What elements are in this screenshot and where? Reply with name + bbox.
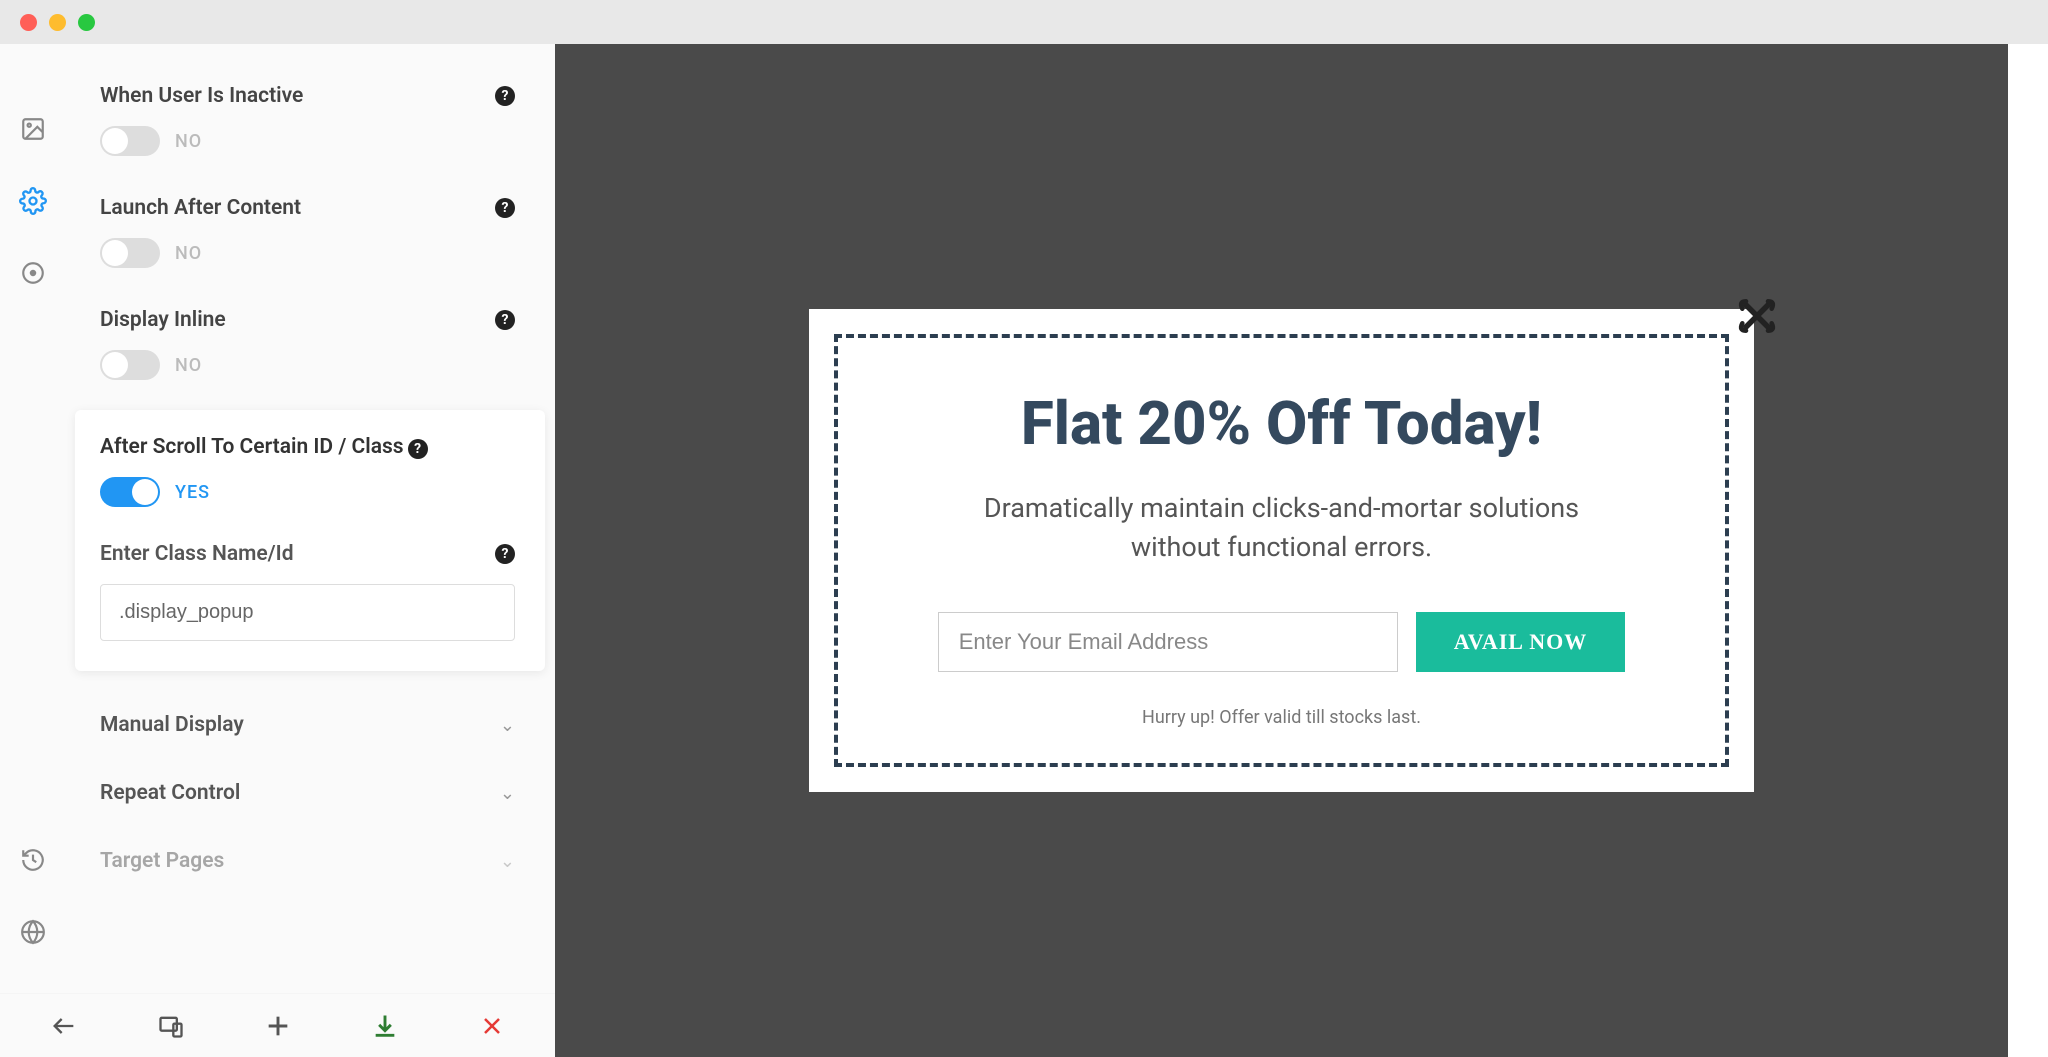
popup-footnote: Hurry up! Offer valid till stocks last. [878,707,1685,728]
option-after-content-label: Launch After Content [100,196,301,220]
option-scroll-id-label: After Scroll To Certain ID / Class [100,435,404,459]
close-window-button[interactable] [20,14,37,31]
option-display-inline-label: Display Inline [100,308,226,332]
help-icon[interactable]: ? [495,544,515,564]
option-after-content: Launch After Content ? NO [65,176,555,288]
toggle-scroll-id[interactable] [100,477,160,507]
toggle-after-content[interactable] [100,238,160,268]
add-button[interactable] [258,1006,298,1046]
collapse-target-label: Target Pages [100,849,224,873]
toggle-inactive-state: NO [175,131,202,152]
window-controls [20,14,95,31]
chevron-down-icon: ⌄ [500,851,515,872]
toggle-after-content-state: NO [175,243,202,264]
bottom-toolbar [0,993,555,1057]
popup-form: AVAIL NOW [878,612,1685,672]
save-button[interactable] [365,1006,405,1046]
help-icon[interactable]: ? [495,310,515,330]
rail-globe-icon[interactable] [18,917,48,947]
maximize-window-button[interactable] [78,14,95,31]
collapse-repeat-control[interactable]: Repeat Control ⌄ [65,759,555,827]
class-name-input[interactable] [100,584,515,641]
popup-title: Flat 20% Off Today! [878,388,1685,459]
help-icon[interactable]: ? [495,86,515,106]
app-window: When User Is Inactive ? NO Launch After … [0,0,2048,1057]
icon-rail [0,44,65,1057]
collapse-repeat-label: Repeat Control [100,781,240,805]
coupon-border: Flat 20% Off Today! Dramatically maintai… [834,334,1729,767]
collapse-target-pages[interactable]: Target Pages ⌄ [65,827,555,895]
back-button[interactable] [44,1006,84,1046]
toggle-display-inline-state: NO [175,355,202,376]
preview-canvas: Flat 20% Off Today! Dramatically maintai… [555,44,2008,1057]
collapse-manual-label: Manual Display [100,713,244,737]
responsive-button[interactable] [151,1006,191,1046]
minimize-window-button[interactable] [49,14,66,31]
toggle-inactive[interactable] [100,126,160,156]
toggle-display-inline[interactable] [100,350,160,380]
toggle-scroll-id-state: YES [175,482,210,503]
popup-close-button[interactable] [1735,294,1779,342]
chevron-down-icon: ⌄ [500,715,515,736]
help-icon[interactable]: ? [408,439,428,459]
option-inactive-label: When User Is Inactive [100,84,303,108]
class-name-field-label-row: Enter Class Name/Id ? [100,542,515,566]
rail-target-icon[interactable] [18,258,48,288]
titlebar [0,0,2048,44]
class-name-field-label: Enter Class Name/Id [100,542,294,566]
cancel-button[interactable] [472,1006,512,1046]
option-scroll-id-card: After Scroll To Certain ID / Class ? YES… [75,410,545,671]
rail-history-icon[interactable] [18,845,48,875]
right-gap [2008,44,2048,1057]
email-input[interactable] [938,612,1398,672]
main-area: When User Is Inactive ? NO Launch After … [0,44,2048,1057]
option-inactive: When User Is Inactive ? NO [65,64,555,176]
option-display-inline: Display Inline ? NO [65,288,555,400]
rail-settings-icon[interactable] [18,186,48,216]
collapse-manual-display[interactable]: Manual Display ⌄ [65,691,555,759]
help-icon[interactable]: ? [495,198,515,218]
popup-preview[interactable]: Flat 20% Off Today! Dramatically maintai… [809,309,1754,792]
side-panel: When User Is Inactive ? NO Launch After … [65,44,555,1057]
avail-now-button[interactable]: AVAIL NOW [1416,612,1626,672]
popup-subtitle: Dramatically maintain clicks-and-mortar … [942,489,1622,567]
chevron-down-icon: ⌄ [500,783,515,804]
rail-bottom-group [18,845,48,947]
rail-image-icon[interactable] [18,114,48,144]
